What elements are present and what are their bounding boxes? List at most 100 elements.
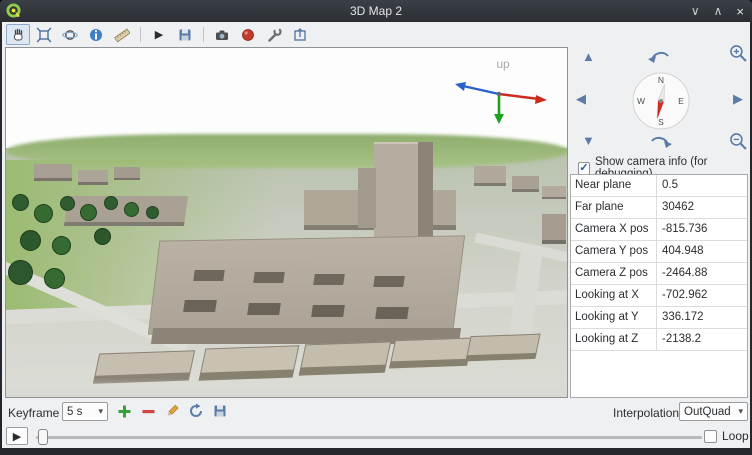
refresh-icon	[188, 403, 204, 419]
zoom-in-button[interactable]	[729, 44, 747, 62]
scene-warehouse	[299, 341, 392, 375]
scene-roof-vent	[247, 303, 281, 315]
table-row[interactable]: Near plane 0.5	[571, 175, 747, 197]
scene-tree	[20, 230, 41, 251]
scene-roof-vent	[183, 300, 217, 312]
tilt-down-button[interactable]	[648, 133, 672, 149]
loop-label: Loop	[722, 429, 749, 443]
measure-ruler-icon	[114, 27, 130, 43]
pencil-icon	[164, 403, 180, 419]
scene-tree	[12, 194, 29, 211]
scene-warehouse	[465, 334, 540, 362]
edit-keyframe-button[interactable]	[162, 401, 182, 421]
camera-info-label: Camera X pos	[571, 219, 657, 240]
scene-tall-building	[374, 142, 418, 237]
remove-keyframe-button[interactable]	[138, 401, 158, 421]
scene-foreground	[6, 378, 568, 398]
table-row[interactable]: Camera X pos -815.736	[571, 219, 747, 241]
nav-down-button[interactable]: ▼	[582, 134, 595, 147]
scene-tree	[124, 202, 139, 217]
table-row[interactable]: Camera Z pos -2464.88	[571, 263, 747, 285]
window-title: 3D Map 2	[0, 0, 752, 22]
update-keyframe-button[interactable]	[186, 401, 206, 421]
chevron-down-icon: ▾	[98, 406, 103, 417]
keyframe-select-value: 5 s	[67, 406, 82, 418]
camera-info-label: Camera Y pos	[571, 241, 657, 262]
interpolation-select[interactable]: OutQuad ▾	[679, 402, 748, 421]
scene-building	[512, 176, 539, 192]
plus-icon	[117, 404, 132, 419]
loop-checkbox[interactable]: Loop	[704, 429, 749, 443]
scene-effects-button[interactable]	[236, 24, 260, 45]
add-keyframe-button[interactable]	[114, 401, 134, 421]
scene-warehouse	[199, 345, 300, 381]
minus-icon	[141, 404, 156, 419]
camera-info-table: Near plane 0.5 Far plane 30462 Camera X …	[570, 174, 748, 398]
compass-dial[interactable]: N E S W	[630, 70, 692, 132]
identify-info-icon	[88, 27, 104, 43]
export-scene-button[interactable]	[288, 24, 312, 45]
measure-line-button[interactable]	[110, 24, 134, 45]
scene-building	[114, 167, 140, 180]
configure-button[interactable]	[262, 24, 286, 45]
camera-info-value: -815.736	[657, 219, 747, 240]
nav-right-button[interactable]: ▶	[733, 92, 743, 105]
scene-roof-vent	[253, 272, 285, 283]
table-row[interactable]: Looking at X -702.962	[571, 285, 747, 307]
scene-warehouse	[389, 338, 473, 369]
camera-info-label: Far plane	[571, 197, 657, 218]
zoom-full-icon	[36, 27, 52, 43]
red-sphere-icon	[240, 27, 256, 43]
scene-roof-vent	[311, 305, 345, 317]
maximize-button[interactable]: ∧	[714, 4, 723, 18]
close-button[interactable]: ×	[736, 4, 744, 19]
table-row[interactable]: Looking at Z -2138.2	[571, 329, 747, 351]
camera-info-label: Looking at Y	[571, 307, 657, 328]
orbit-icon	[62, 27, 78, 43]
camera-info-label: Looking at X	[571, 285, 657, 306]
play-animation-button[interactable]: ▶	[147, 24, 171, 45]
scene-roof-vent	[193, 270, 225, 281]
compass-east-label: E	[678, 96, 684, 106]
nav-left-button[interactable]: ◀	[576, 92, 586, 105]
orbit-camera-button[interactable]	[58, 24, 82, 45]
titlebar[interactable]: 3D Map 2 ∨ ∧ ×	[0, 0, 752, 22]
scene-tree	[34, 204, 53, 223]
camera-info-value: -2138.2	[657, 329, 747, 350]
table-row[interactable]: Looking at Y 336.172	[571, 307, 747, 329]
toolbar-separator	[140, 27, 141, 42]
nav-up-button[interactable]: ▲	[582, 50, 595, 63]
scene-building	[542, 214, 566, 244]
scene-roof-vent	[375, 307, 409, 319]
scene-building	[542, 186, 566, 199]
scene-roof-vent	[373, 276, 405, 287]
camera-info-value: 0.5	[657, 175, 747, 196]
tilt-up-button[interactable]	[648, 48, 672, 64]
table-row[interactable]: Far plane 30462	[571, 197, 747, 219]
zoom-full-extent-button[interactable]	[32, 24, 56, 45]
checkbox-check-icon: ✓	[578, 162, 590, 175]
camera-icon	[214, 27, 230, 43]
timeline-slider-track[interactable]	[36, 436, 702, 439]
timeline-slider-handle[interactable]	[38, 429, 48, 445]
minimize-button[interactable]: ∨	[691, 4, 700, 18]
zoom-out-button[interactable]	[729, 132, 747, 150]
scene-tree	[52, 236, 71, 255]
3d-scene-viewport[interactable]: up	[5, 47, 568, 398]
camera-info-label: Camera Z pos	[571, 263, 657, 284]
table-row[interactable]: Camera Y pos 404.948	[571, 241, 747, 263]
scene-building	[34, 164, 72, 181]
camera-pan-tool-button[interactable]	[6, 24, 30, 45]
timeline-play-button[interactable]: ▶	[6, 427, 28, 445]
compass-south-label: S	[658, 117, 664, 127]
scene-big-roof	[148, 235, 465, 334]
identify-button[interactable]	[84, 24, 108, 45]
export-animation-button[interactable]	[210, 401, 230, 421]
camera-info-value: 404.948	[657, 241, 747, 262]
axis-up-label: up	[496, 57, 510, 71]
pan-hand-icon	[10, 27, 26, 43]
keyframe-select[interactable]: 5 s ▾	[62, 402, 108, 421]
save-as-image-button[interactable]	[173, 24, 197, 45]
camera-settings-button[interactable]	[210, 24, 234, 45]
floppy-disk-icon	[212, 403, 228, 419]
